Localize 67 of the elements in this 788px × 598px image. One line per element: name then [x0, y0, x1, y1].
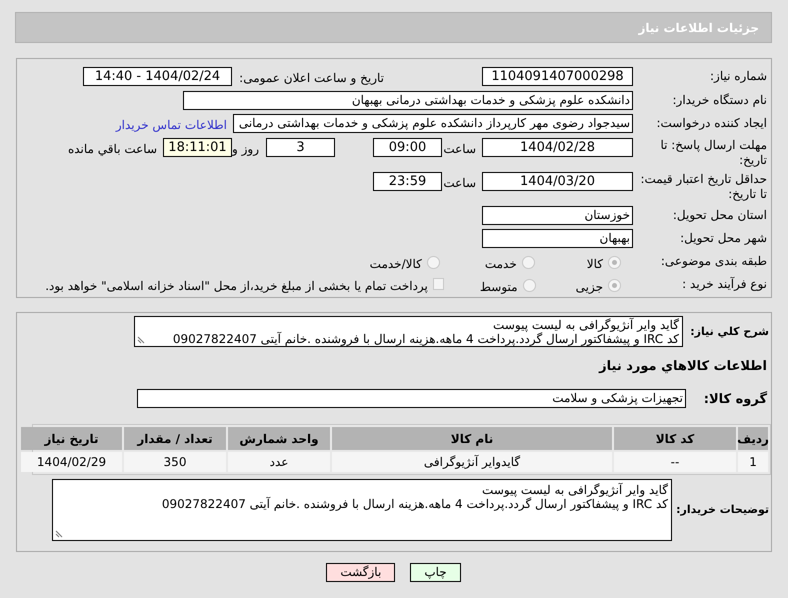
radio-button[interactable] [522, 256, 535, 269]
resize-grip-icon[interactable] [137, 336, 145, 344]
field-label: نام دستگاه خریدار: [672, 92, 768, 108]
field-label: استان محل تحویل: [672, 207, 768, 223]
field-label: ایجاد کننده درخواست: [655, 115, 768, 131]
column-header: تاریخ نیاز [21, 427, 122, 450]
column-header: ردیف [738, 427, 768, 450]
table-cell: عدد [228, 452, 330, 472]
page-title: جزئیات اطلاعات نیاز [638, 20, 759, 36]
field-label: روز و [232, 141, 260, 158]
field-label: توضیحات خریدار: [675, 502, 770, 518]
field-label: شهر محل تحویل: [679, 230, 768, 246]
table-cell: 350 [124, 452, 226, 472]
field-label: نوع فرآیند خرید : [681, 277, 768, 292]
table-cell: -- [614, 452, 736, 472]
option-label: خدمت [484, 256, 518, 273]
radio-button[interactable] [522, 279, 536, 292]
value-field: دانشکده علوم پزشکی و خدمات بهداشتی درمانی بهبهان [183, 91, 633, 110]
radio-button[interactable] [608, 256, 621, 269]
text-line: گاید وایر آنژیوگرافی به لیست پیوست [482, 483, 668, 497]
value-field: 1404/03/20 [482, 172, 633, 191]
value-field: 1404/02/28 [482, 138, 633, 157]
field-label: ساعت [442, 141, 477, 158]
value-field: 1404/02/24 - 14:40 [83, 67, 232, 86]
field-label: حداقل تاریخ اعتبار قیمت: تا تاریخ: [639, 172, 768, 202]
option-label: متوسط [480, 279, 519, 296]
contact-link[interactable]: اطلاعات تماس خریدار [116, 114, 227, 134]
field-label: شرح کلي نياز: [689, 324, 770, 340]
column-header: تعداد / مقدار [124, 427, 226, 450]
text-line: کد IRC و پیشفاکتور ارسال گردد.پرداخت 4 ماهه.هزینه ارسال با فروشنده .خانم آیتی 09027822407 [162, 497, 668, 511]
table-cell: 1404/02/29 [21, 452, 122, 472]
value-field: سیدجواد رضوی مهر کارپرداز دانشکده علوم پزشکی و خدمات بهداشتی درمانی [233, 114, 633, 133]
table-cell: گایدوایر آنژیوگرافی [332, 452, 612, 472]
option-label: کالا [586, 256, 604, 273]
table-cell: 1 [738, 452, 768, 472]
value-field: 23:59 [373, 172, 442, 191]
radio-button[interactable] [426, 256, 440, 269]
value-field: خوزستان [482, 206, 633, 225]
back-button[interactable]: بازگشت [326, 563, 396, 582]
field-label: تاریخ و ساعت اعلان عمومی: [238, 70, 385, 87]
option-label: جزیی [576, 279, 604, 296]
field-label: مهلت ارسال پاسخ: تا تاریخ: [659, 138, 768, 168]
text-line: کد IRC و پیشفاکتور ارسال گردد.پرداخت 4 ماهه.هزینه ارسال با فروشنده .خانم آیتی 09027822407 [172, 332, 679, 346]
field-label: ساعت [442, 175, 477, 192]
text-line: گاید وایر آنژیوگرافی به لیست پیوست [493, 318, 679, 332]
radio-button[interactable] [608, 279, 621, 292]
resize-grip-icon[interactable] [55, 530, 63, 538]
column-header: کد کالا [614, 427, 736, 450]
checkbox[interactable] [432, 278, 444, 290]
field-label: گروه کالا: [702, 390, 768, 408]
field-label: ساعت باقي مانده [68, 141, 158, 158]
field-label: شماره نیاز: [709, 68, 768, 84]
value-field: 3 [266, 138, 335, 157]
value-field: 18:11:01 [163, 138, 232, 157]
column-header: نام کالا [332, 427, 612, 450]
option-label: کالا/خدمت [370, 256, 423, 273]
value-field: بهبهان [482, 229, 633, 248]
print-button[interactable]: چاپ [410, 563, 461, 582]
text-area[interactable]: گاید وایر آنژیوگرافی به لیست پیوست کد IRC و پیشفاکتور ارسال گردد.پرداخت 4 ماهه.هزینه ارسال با فروشنده .خانم آیتی 09027822407 [52, 479, 672, 541]
value-field: 09:00 [373, 138, 442, 157]
field-label: طبقه بندی موضوعی: [660, 254, 768, 269]
text-area[interactable]: گاید وایر آنژیوگرافی به لیست پیوست کد IRC و پیشفاکتور ارسال گردد.پرداخت 4 ماهه.هزینه ارسال با فروشنده .خانم آیتی 09027822407 [134, 316, 683, 347]
checkbox-label: پرداخت تمام یا بخشی از مبلغ خرید،از محل "اسناد خزانه اسلامی" خواهد بود. [45, 278, 429, 295]
section-heading: اطلاعات کالاهاي مورد نياز [599, 358, 768, 376]
value-field: 1104091407000298 [482, 67, 633, 86]
column-header: واحد شمارش [228, 427, 330, 450]
value-field: تجهیزات پزشکی و سلامت [137, 388, 686, 408]
